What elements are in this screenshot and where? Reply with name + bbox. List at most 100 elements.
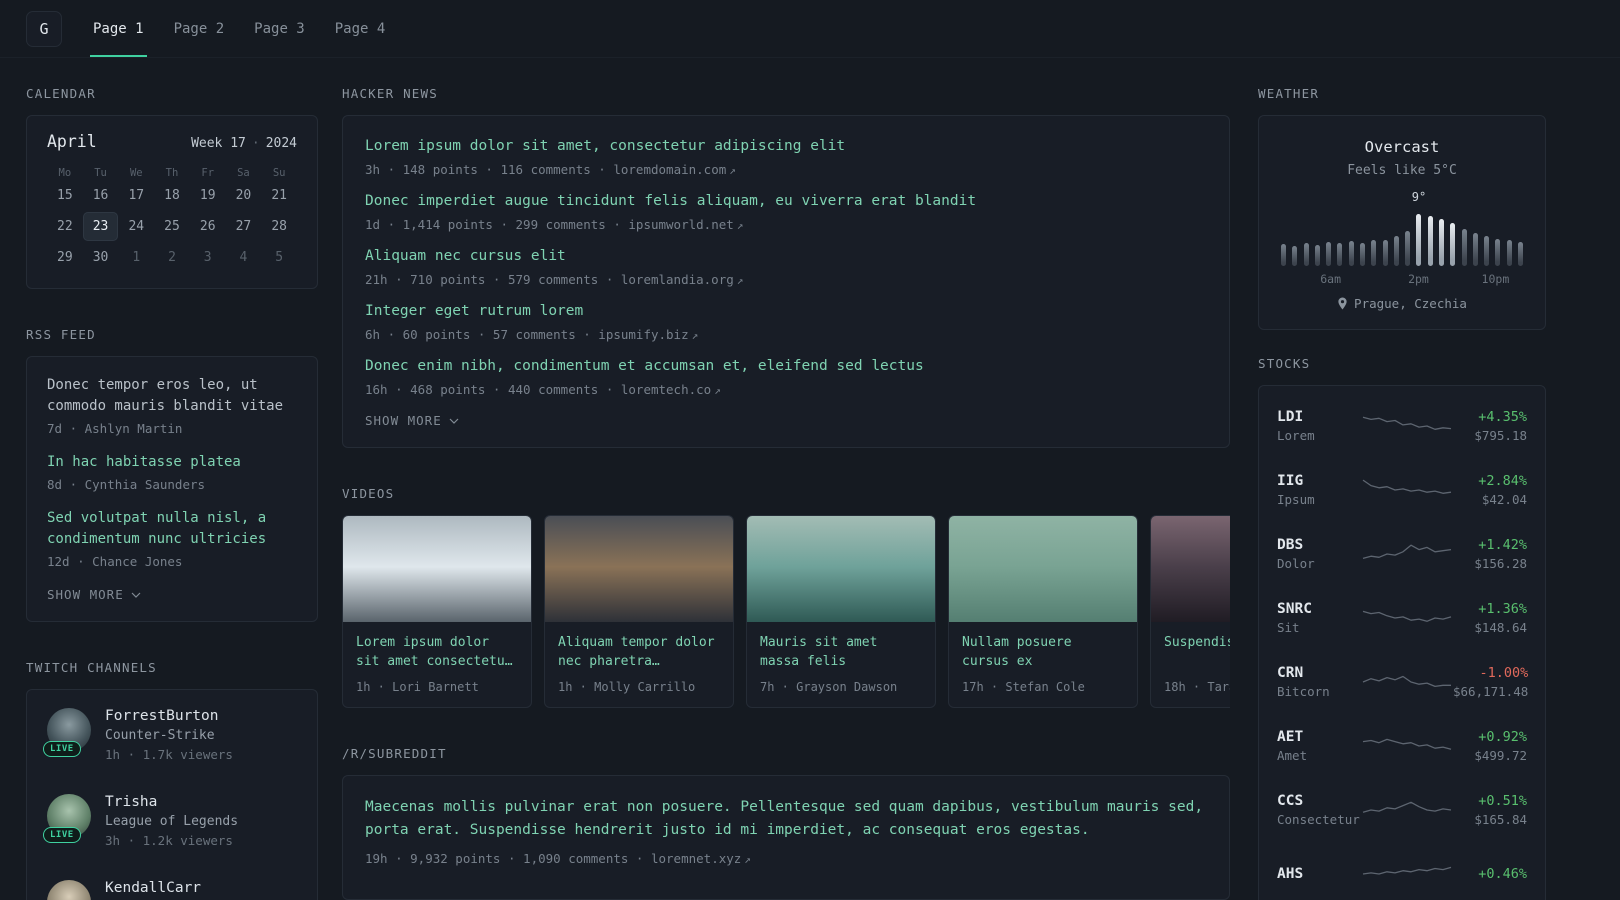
stock-change: +2.84% bbox=[1478, 472, 1527, 489]
stock-ticker[interactable]: LDI bbox=[1277, 409, 1303, 425]
video-title[interactable]: Aliquam tempor dolor nec pharetra… bbox=[558, 633, 720, 671]
right-column: WEATHER Overcast Feels like 5°C 9° 6am 2p… bbox=[1258, 86, 1546, 900]
stock-row: CCS Consectetur +0.51% $165.84 bbox=[1277, 786, 1527, 833]
video-title[interactable]: Suspendisse diam bbox=[1164, 633, 1230, 671]
hackernews-item-title[interactable]: Donec enim nibh, condimentum et accumsan… bbox=[365, 356, 1207, 377]
stock-ticker[interactable]: CCS bbox=[1277, 793, 1303, 809]
avatar: LIVE bbox=[43, 794, 91, 843]
stock-ticker[interactable]: AET bbox=[1277, 729, 1303, 745]
subreddit-card: Maecenas mollis pulvinar erat non posuer… bbox=[342, 775, 1230, 900]
rss-item-meta: 12d · Chance Jones bbox=[47, 554, 183, 569]
calendar-day[interactable]: 20 bbox=[226, 181, 262, 210]
calendar-day[interactable]: 24 bbox=[118, 212, 154, 241]
calendar-day[interactable]: 19 bbox=[190, 181, 226, 210]
stock-name: Consectetur bbox=[1277, 811, 1360, 827]
hackernews-item-title[interactable]: Lorem ipsum dolor sit amet, consectetur … bbox=[365, 136, 1207, 157]
calendar-year: 2024 bbox=[265, 136, 297, 151]
subreddit-post-title[interactable]: Maecenas mollis pulvinar erat non posuer… bbox=[365, 796, 1207, 842]
weather-card: Overcast Feels like 5°C 9° 6am 2pm 10pm Pr… bbox=[1258, 115, 1546, 330]
calendar-day[interactable]: 1 bbox=[118, 243, 154, 272]
weather-hour-bar bbox=[1461, 229, 1467, 266]
weather-hour-bar bbox=[1517, 242, 1523, 266]
sub-item-domain-link[interactable]: loremnet.xyz bbox=[651, 851, 741, 866]
calendar-day[interactable]: 29 bbox=[47, 243, 83, 272]
video-thumbnail[interactable] bbox=[1151, 516, 1230, 622]
video-title[interactable]: Lorem ipsum dolor sit amet consectetu… bbox=[356, 633, 518, 671]
hackernews-item-title[interactable]: Donec imperdiet augue tincidunt felis al… bbox=[365, 191, 1207, 212]
calendar-day[interactable]: 4 bbox=[226, 243, 262, 272]
twitch-channel-name[interactable]: KendallCarr bbox=[105, 880, 201, 896]
rss-item-title[interactable]: Donec tempor eros leo, ut commodo mauris… bbox=[47, 375, 297, 417]
stock-ticker[interactable]: AHS bbox=[1277, 866, 1303, 882]
calendar-day[interactable]: 5 bbox=[261, 243, 297, 272]
twitch-channel-name[interactable]: ForrestBurton bbox=[105, 708, 233, 724]
stock-ticker[interactable]: SNRC bbox=[1277, 601, 1312, 617]
hackernews-item-title[interactable]: Integer eget rutrum lorem bbox=[365, 301, 1207, 322]
stock-values: +4.35% $795.18 bbox=[1453, 409, 1527, 443]
weather-hour-bar bbox=[1281, 244, 1286, 266]
tab-page-1[interactable]: Page 1 bbox=[90, 0, 147, 57]
rss-item-meta: 8d · Cynthia Saunders bbox=[47, 477, 206, 492]
stock-row-list: LDI Lorem +4.35% $795.18 IIG Ipsum +2.84% $42.0… bbox=[1277, 402, 1528, 897]
video-card-body: Lorem ipsum dolor sit amet consectetu… 1h… bbox=[343, 622, 531, 707]
tab-page-4[interactable]: Page 4 bbox=[332, 0, 389, 57]
video-title[interactable]: Mauris sit amet massa felis bbox=[760, 633, 922, 671]
calendar-day[interactable]: 16 bbox=[83, 181, 119, 210]
stock-identity: SNRC Sit bbox=[1277, 601, 1361, 635]
video-meta: 18h · Tara… bbox=[1164, 680, 1230, 694]
calendar-day[interactable]: 21 bbox=[261, 181, 297, 210]
hackernews-item-domain-link[interactable]: loremdomain.com bbox=[613, 162, 726, 177]
video-thumbnail[interactable] bbox=[343, 516, 531, 622]
hackernews-item-domain-link[interactable]: ipsumify.biz bbox=[598, 327, 688, 342]
stock-ticker[interactable]: CRN bbox=[1277, 665, 1303, 681]
hackernews-item-domain-link[interactable]: ipsumworld.net bbox=[628, 217, 733, 232]
stock-sparkline bbox=[1361, 797, 1453, 823]
video-thumbnail[interactable] bbox=[545, 516, 733, 622]
hackernews-item-meta: 6h · 60 points · 57 comments · ipsumify.… bbox=[365, 327, 699, 342]
calendar-day[interactable]: 25 bbox=[154, 212, 190, 241]
calendar-day[interactable]: 30 bbox=[83, 243, 119, 272]
calendar-day[interactable]: 22 bbox=[47, 212, 83, 241]
hackernews-item-domain-link[interactable]: loremlandia.org bbox=[621, 272, 734, 287]
calendar-day[interactable]: 28 bbox=[261, 212, 297, 241]
stock-identity: CCS Consectetur bbox=[1277, 793, 1361, 827]
tab-page-2[interactable]: Page 2 bbox=[171, 0, 228, 57]
weather-hour-bar bbox=[1348, 241, 1354, 266]
calendar-day[interactable]: 3 bbox=[190, 243, 226, 272]
calendar-day[interactable]: 18 bbox=[154, 181, 190, 210]
calendar-day[interactable]: 15 bbox=[47, 181, 83, 210]
subreddit-widget: /R/SUBREDDIT Maecenas mollis pulvinar er… bbox=[342, 746, 1230, 900]
twitch-channel-name[interactable]: Trisha bbox=[105, 794, 238, 810]
tab-page-3[interactable]: Page 3 bbox=[251, 0, 308, 57]
hackernews-item-title[interactable]: Aliquam nec cursus elit bbox=[365, 246, 1207, 267]
twitch-channel-row: LIVE ForrestBurton Counter-Strike 1h · 1.7k… bbox=[43, 708, 297, 762]
video-thumbnail[interactable] bbox=[949, 516, 1137, 622]
stock-ticker[interactable]: IIG bbox=[1277, 473, 1303, 489]
calendar-day[interactable]: 2 bbox=[154, 243, 190, 272]
rss-show-more-button[interactable]: SHOW MORE bbox=[47, 587, 141, 602]
video-thumbnail[interactable] bbox=[747, 516, 935, 622]
video-title[interactable]: Nullam posuere cursus ex bbox=[962, 633, 1124, 671]
section-label-videos: VIDEOS bbox=[342, 486, 395, 501]
calendar-month: April bbox=[47, 132, 97, 151]
weather-hour-bar bbox=[1495, 239, 1501, 266]
stock-change: +1.36% bbox=[1478, 600, 1527, 617]
calendar-week-label: Week 17 bbox=[191, 136, 246, 151]
rss-item-title[interactable]: In hac habitasse platea bbox=[47, 452, 297, 473]
rss-show-more-label: SHOW MORE bbox=[47, 587, 124, 602]
twitch-channel-row: LIVE Trisha League of Legends 3h · 1.2k vie… bbox=[43, 794, 297, 848]
calendar-day[interactable]: 27 bbox=[226, 212, 262, 241]
video-meta: 1h · Lori Barnett bbox=[356, 680, 479, 694]
calendar-day-header: Mo bbox=[58, 167, 72, 179]
video-card: Mauris sit amet massa felis 7h · Grayson … bbox=[746, 515, 936, 708]
stock-ticker[interactable]: DBS bbox=[1277, 537, 1303, 553]
hackernews-item-domain-link[interactable]: loremtech.co bbox=[621, 382, 711, 397]
rss-item-title[interactable]: Sed volutpat nulla nisl, a condimentum n… bbox=[47, 508, 297, 550]
hackernews-item-meta: 3h · 148 points · 116 comments · loremdo… bbox=[365, 162, 736, 177]
calendar-day[interactable]: 23 bbox=[82, 212, 119, 241]
calendar-day[interactable]: 17 bbox=[118, 181, 154, 210]
video-meta: 17h · Stefan Cole bbox=[962, 680, 1085, 694]
weather-time-label: 10pm bbox=[1481, 272, 1510, 286]
calendar-day[interactable]: 26 bbox=[190, 212, 226, 241]
hackernews-show-more-button[interactable]: SHOW MORE bbox=[365, 413, 459, 428]
